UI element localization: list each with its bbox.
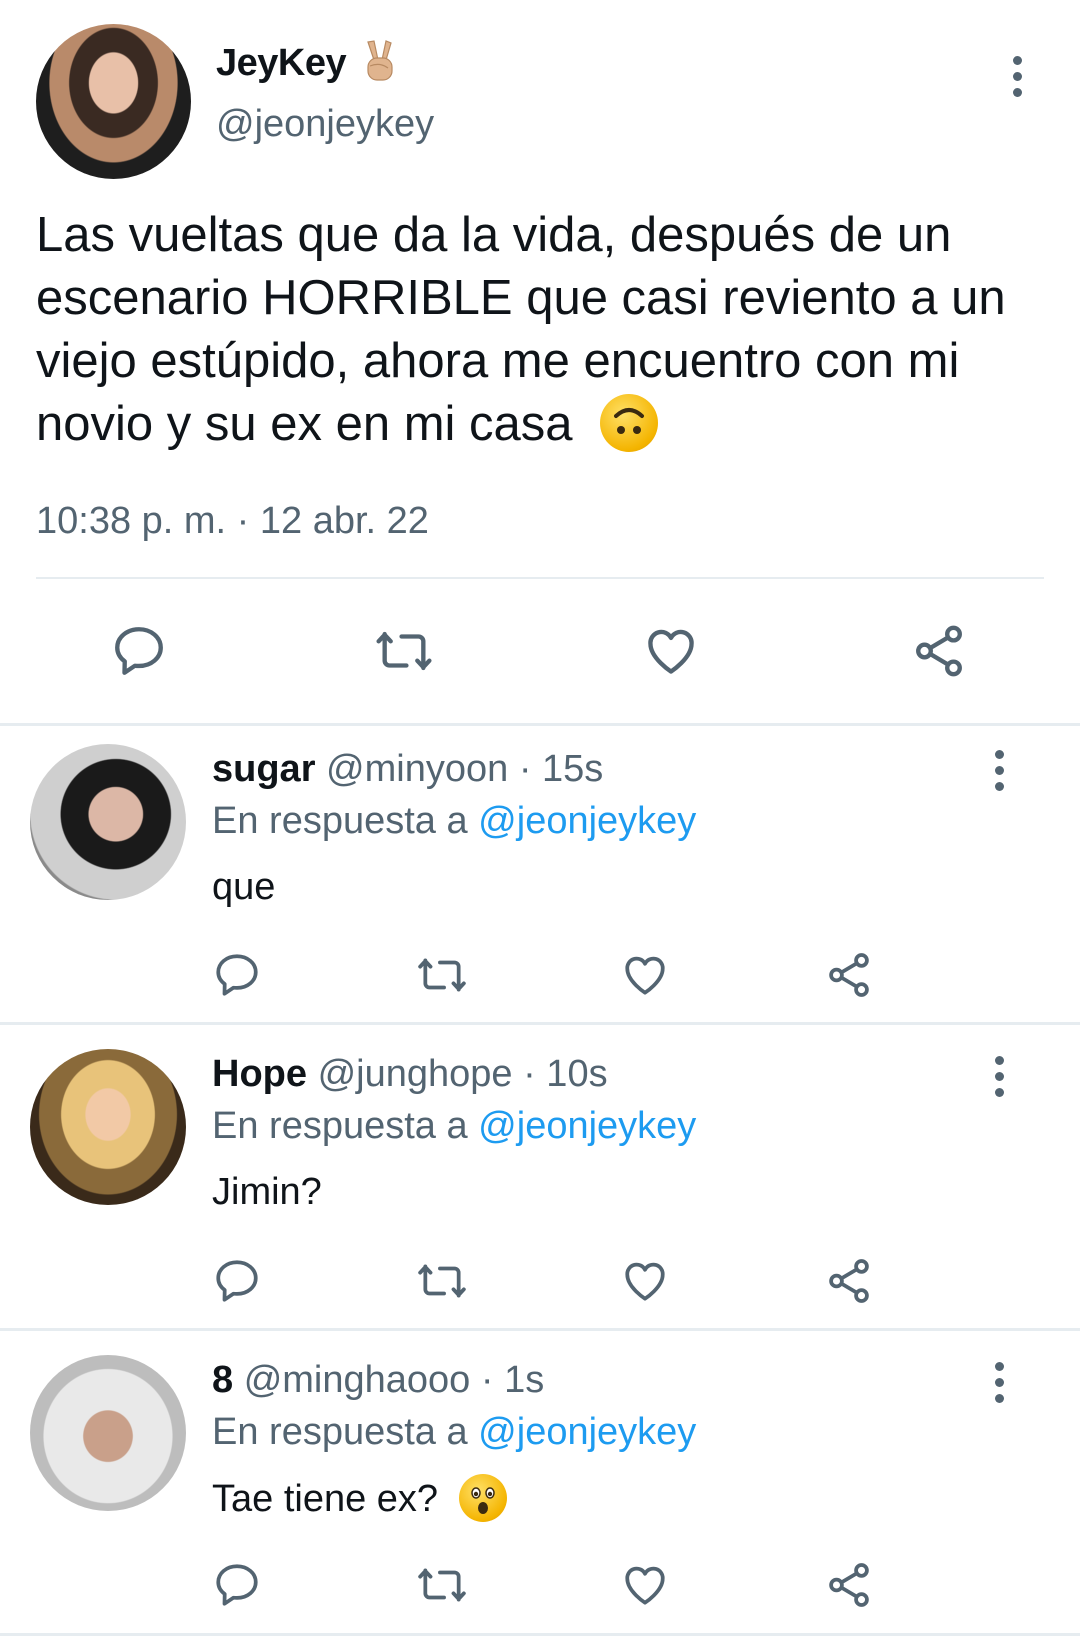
reply-icon[interactable] bbox=[212, 1256, 262, 1306]
reply-icon[interactable] bbox=[212, 950, 262, 1000]
retweet-icon[interactable] bbox=[414, 1560, 470, 1610]
reply-header: sugar @minyoon · 15s bbox=[212, 748, 603, 791]
reply-icon[interactable] bbox=[110, 622, 168, 680]
more-options-icon[interactable] bbox=[992, 1056, 1006, 1097]
main-author-name[interactable]: JeyKey bbox=[216, 38, 396, 92]
share-icon[interactable] bbox=[910, 622, 968, 680]
divider bbox=[0, 1022, 1080, 1025]
divider bbox=[0, 1328, 1080, 1331]
like-icon[interactable] bbox=[620, 1560, 670, 1610]
retweet-icon[interactable] bbox=[414, 1256, 470, 1306]
main-avatar[interactable] bbox=[36, 24, 191, 179]
reply-time: · 10s bbox=[523, 1053, 608, 1095]
divider bbox=[0, 1633, 1080, 1636]
reply-context: En respuesta a @jeonjeykey bbox=[212, 1105, 696, 1148]
reply-header: 8 @minghaooo · 1s bbox=[212, 1359, 544, 1402]
reply-author-handle[interactable]: @minyoon bbox=[326, 748, 508, 790]
more-options-icon[interactable] bbox=[992, 750, 1006, 791]
reply-time: · 1s bbox=[480, 1359, 545, 1401]
reply-avatar[interactable] bbox=[30, 744, 186, 900]
reply-author-handle[interactable]: @junghope bbox=[318, 1053, 513, 1095]
like-icon[interactable] bbox=[620, 1256, 670, 1306]
retweet-icon[interactable] bbox=[414, 950, 470, 1000]
upside-down-face-icon bbox=[600, 394, 659, 453]
reply-text-body: que bbox=[212, 866, 276, 908]
reply-author-handle[interactable]: @minghaooo bbox=[244, 1359, 471, 1401]
reply-author-name[interactable]: sugar bbox=[212, 748, 315, 790]
main-tweet-text-body: Las vueltas que da la vida, después de u… bbox=[36, 208, 1006, 451]
reply-context: En respuesta a @jeonjeykey bbox=[212, 1411, 696, 1454]
reply-icon[interactable] bbox=[212, 1560, 262, 1610]
more-options-icon[interactable] bbox=[992, 1362, 1006, 1403]
reply-author-name[interactable]: Hope bbox=[212, 1053, 307, 1095]
reply-text: Jimin? bbox=[212, 1171, 322, 1214]
reply-text-body: Jimin? bbox=[212, 1171, 322, 1213]
reply-to-link[interactable]: @jeonjeykey bbox=[478, 1105, 696, 1147]
reply-header: Hope @junghope · 10s bbox=[212, 1053, 608, 1096]
like-icon[interactable] bbox=[620, 950, 670, 1000]
main-author-name-text: JeyKey bbox=[216, 42, 347, 85]
reply-text: Tae tiene ex? bbox=[212, 1474, 507, 1525]
main-author-handle[interactable]: @jeonjeykey bbox=[216, 103, 434, 146]
reply-author-name[interactable]: 8 bbox=[212, 1359, 233, 1401]
reply-prefix: En respuesta a bbox=[212, 1411, 468, 1453]
victory-hand-icon bbox=[360, 38, 396, 92]
reply-time: · 15s bbox=[518, 748, 604, 790]
retweet-icon[interactable] bbox=[372, 622, 436, 680]
reply-text-body: Tae tiene ex? bbox=[212, 1478, 439, 1521]
share-icon[interactable] bbox=[824, 950, 874, 1000]
reply-avatar[interactable] bbox=[30, 1355, 186, 1511]
reply-prefix: En respuesta a bbox=[212, 800, 468, 842]
astonished-face-icon bbox=[458, 1474, 507, 1522]
reply-avatar[interactable] bbox=[30, 1049, 186, 1205]
reply-to-link[interactable]: @jeonjeykey bbox=[478, 800, 696, 842]
reply-text: que bbox=[212, 866, 275, 909]
reply-to-link[interactable]: @jeonjeykey bbox=[478, 1411, 696, 1453]
like-icon[interactable] bbox=[642, 622, 700, 680]
reply-context: En respuesta a @jeonjeykey bbox=[212, 800, 696, 843]
reply-prefix: En respuesta a bbox=[212, 1105, 468, 1147]
main-tweet-timestamp[interactable]: 10:38 p. m. · 12 abr. 22 bbox=[36, 500, 429, 543]
main-tweet-text: Las vueltas que da la vida, después de u… bbox=[36, 204, 1046, 456]
more-options-icon[interactable] bbox=[1010, 56, 1024, 97]
divider bbox=[0, 723, 1080, 726]
divider bbox=[36, 577, 1044, 579]
share-icon[interactable] bbox=[824, 1256, 874, 1306]
share-icon[interactable] bbox=[824, 1560, 874, 1610]
